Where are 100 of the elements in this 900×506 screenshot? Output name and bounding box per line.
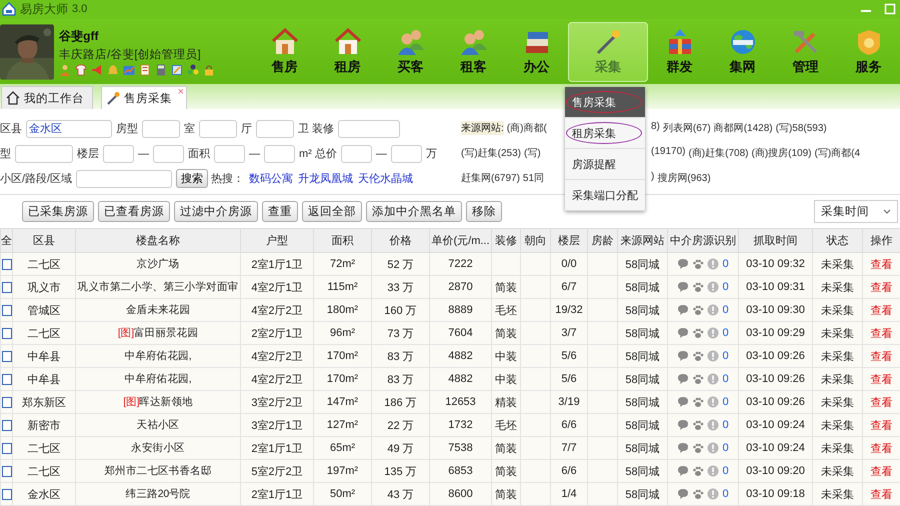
input-field[interactable] bbox=[390, 144, 422, 163]
menu-item[interactable]: 租房采集 bbox=[565, 118, 645, 149]
source-link[interactable]: (19170) bbox=[651, 146, 686, 160]
input-field[interactable] bbox=[256, 120, 294, 138]
checkbox[interactable] bbox=[2, 488, 12, 500]
input-field[interactable] bbox=[153, 144, 184, 163]
source-link[interactable]: (写)赶集(253) bbox=[461, 146, 522, 160]
column-header[interactable]: 楼盘名称 bbox=[76, 228, 240, 252]
agent-count[interactable]: 0 bbox=[722, 350, 729, 362]
chat-bubble-icon[interactable] bbox=[677, 488, 690, 500]
chat-bubble-icon[interactable] bbox=[677, 442, 690, 454]
search-button[interactable]: 搜索 bbox=[176, 169, 208, 188]
source-link[interactable]: ) bbox=[651, 170, 654, 185]
nav-item[interactable]: 集网 bbox=[711, 22, 774, 82]
column-header[interactable]: 房龄 bbox=[588, 228, 618, 252]
paw-icon[interactable] bbox=[692, 373, 704, 385]
column-header[interactable]: 面积 bbox=[314, 228, 372, 252]
action-button[interactable]: 已查看房源 bbox=[98, 201, 170, 222]
agent-count[interactable]: 0 bbox=[722, 442, 729, 454]
source-link[interactable]: (商)搜房(109) bbox=[751, 146, 812, 160]
source-link[interactable]: 搜房网(963) bbox=[657, 170, 711, 185]
alert-icon[interactable] bbox=[707, 396, 720, 408]
checkbox[interactable] bbox=[2, 420, 12, 431]
checkbox[interactable] bbox=[2, 282, 12, 293]
action-button[interactable]: 已采集房源 bbox=[22, 201, 94, 222]
alert-icon[interactable] bbox=[707, 304, 720, 316]
column-header[interactable]: 操作 bbox=[862, 228, 900, 252]
paw-icon[interactable] bbox=[692, 488, 704, 500]
agent-count[interactable]: 0 bbox=[722, 419, 729, 431]
maximize-icon[interactable] bbox=[884, 3, 896, 16]
nav-item[interactable]: 服务 bbox=[837, 22, 900, 82]
chart-icon[interactable] bbox=[123, 64, 136, 76]
source-link[interactable]: 商都网(1428) bbox=[714, 120, 773, 135]
alert-icon[interactable] bbox=[707, 419, 720, 431]
input-field[interactable] bbox=[103, 144, 134, 163]
chat-bubble-icon[interactable] bbox=[677, 281, 690, 293]
checkbox[interactable] bbox=[2, 442, 12, 454]
column-header[interactable]: 单价(元/m... bbox=[430, 228, 492, 252]
checkbox[interactable] bbox=[2, 374, 12, 385]
input-field[interactable] bbox=[199, 120, 237, 138]
action-button[interactable]: 添加中介黑名单 bbox=[366, 201, 462, 222]
column-header[interactable]: 装修 bbox=[492, 228, 520, 252]
paw-icon[interactable] bbox=[692, 396, 704, 408]
megaphone-icon[interactable] bbox=[91, 64, 104, 76]
agent-count[interactable]: 0 bbox=[722, 488, 729, 500]
column-header[interactable]: 楼层 bbox=[550, 228, 588, 252]
column-header[interactable]: 区县 bbox=[12, 228, 76, 252]
paw-icon[interactable] bbox=[692, 327, 704, 339]
input-field[interactable] bbox=[214, 144, 245, 163]
shirt-icon[interactable] bbox=[75, 64, 88, 76]
chat-bubble-icon[interactable] bbox=[677, 350, 690, 362]
agent-count[interactable]: 0 bbox=[722, 304, 729, 316]
source-link[interactable]: (商)赶集(708) bbox=[688, 146, 748, 160]
input-field[interactable] bbox=[76, 170, 172, 188]
nav-item[interactable]: 租房 bbox=[316, 22, 379, 82]
action-button[interactable]: 移除 bbox=[466, 201, 502, 222]
source-link[interactable]: (写)商都(4 bbox=[814, 146, 860, 160]
agent-count[interactable]: 0 bbox=[722, 465, 729, 477]
chat-bubble-icon[interactable] bbox=[677, 327, 690, 339]
checkbox[interactable] bbox=[2, 466, 12, 477]
chat-bubble-icon[interactable] bbox=[677, 373, 690, 385]
alert-icon[interactable] bbox=[707, 281, 720, 293]
source-link[interactable]: 列表网(67) bbox=[662, 120, 711, 135]
person-icon[interactable] bbox=[59, 64, 72, 76]
chat-bubble-icon[interactable] bbox=[677, 465, 690, 477]
column-header[interactable]: 来源网站 bbox=[618, 228, 668, 252]
alert-icon[interactable] bbox=[707, 373, 720, 385]
agent-count[interactable]: 0 bbox=[722, 281, 729, 293]
paw-icon[interactable] bbox=[692, 304, 704, 316]
column-header[interactable]: 抓取时间 bbox=[738, 228, 812, 252]
document-icon[interactable] bbox=[139, 64, 152, 76]
chat-bubble-icon[interactable] bbox=[677, 304, 690, 316]
column-header[interactable]: 中介房源识别 bbox=[668, 228, 738, 252]
chat-bubble-icon[interactable] bbox=[677, 258, 690, 270]
source-link[interactable]: (商)商都( bbox=[506, 120, 547, 135]
checkbox[interactable] bbox=[2, 304, 12, 316]
input-field[interactable] bbox=[15, 144, 73, 163]
hot-search-link[interactable]: 升龙凤凰城 bbox=[298, 171, 354, 186]
input-field[interactable]: 金水区 bbox=[26, 120, 112, 138]
nav-item[interactable]: 售房 bbox=[253, 22, 316, 82]
menu-item[interactable]: 采集端口分配 bbox=[565, 180, 645, 211]
alert-icon[interactable] bbox=[707, 442, 720, 454]
input-field[interactable] bbox=[264, 144, 295, 163]
nav-item[interactable]: 买客 bbox=[379, 22, 442, 82]
agent-count[interactable]: 0 bbox=[722, 258, 729, 270]
alert-icon[interactable] bbox=[707, 465, 720, 477]
input-field[interactable] bbox=[142, 120, 180, 138]
flower-icon[interactable] bbox=[187, 64, 200, 76]
hot-search-link[interactable]: 数码公寓 bbox=[249, 171, 294, 186]
agent-count[interactable]: 0 bbox=[722, 327, 729, 339]
action-button[interactable]: 过滤中介房源 bbox=[174, 201, 258, 222]
paw-icon[interactable] bbox=[692, 465, 704, 477]
input-field[interactable] bbox=[338, 120, 400, 138]
column-header[interactable]: 户型 bbox=[240, 228, 314, 252]
source-link[interactable]: 赶集网(6797) bbox=[461, 170, 520, 185]
source-link[interactable]: (写) bbox=[524, 146, 541, 160]
paw-icon[interactable] bbox=[692, 350, 704, 362]
column-header[interactable]: 状态 bbox=[812, 228, 862, 252]
alert-icon[interactable] bbox=[707, 350, 720, 362]
nav-item[interactable]: 办公 bbox=[505, 22, 568, 82]
